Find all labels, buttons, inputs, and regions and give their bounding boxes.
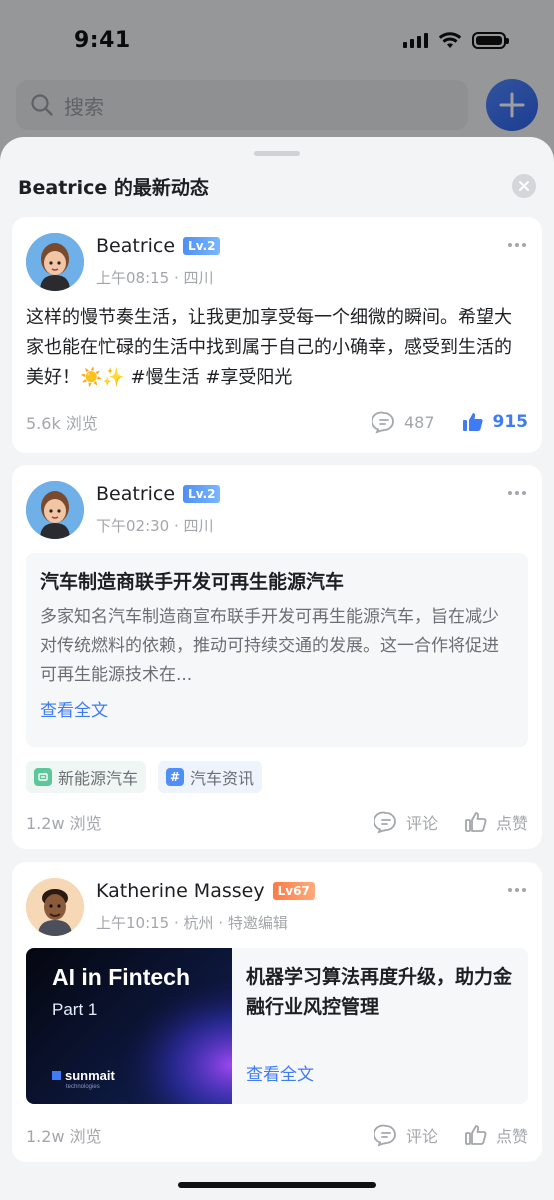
article-preview[interactable]: AI in Fintech Part 1 sunmait technologie… <box>26 948 528 1104</box>
status-bar: 9:41 <box>0 0 554 80</box>
article-title: 汽车制造商联手开发可再生能源汽车 <box>40 571 345 593</box>
article-thumbnail: AI in Fintech Part 1 sunmait technologie… <box>26 948 232 1104</box>
level-badge: Lv67 <box>272 882 315 900</box>
comment-label: 评论 <box>405 1127 438 1146</box>
like-label: 点赞 <box>495 814 528 833</box>
brand-name: sunmait <box>65 1068 115 1083</box>
post-text: 这样的慢节奏生活，让我更加享受每一个细微的瞬间。希望大家也能在忙碌的生活中找到属… <box>26 307 512 388</box>
avatar-illustration <box>26 233 84 291</box>
hashtag-icon: # <box>166 768 185 786</box>
level-badge: Lv.2 <box>183 237 221 255</box>
status-icons <box>403 31 509 49</box>
cellular-signal-icon <box>403 32 428 48</box>
post-meta: 上午10:15 · 杭州 · 特邀编辑 <box>96 914 288 932</box>
thumbnail-brand: sunmait <box>52 1068 115 1083</box>
comment-label: 评论 <box>405 814 438 833</box>
more-options-button[interactable] <box>508 888 526 892</box>
comment-button[interactable]: 487 <box>371 410 435 434</box>
view-count: 5.6k 浏览 <box>26 414 98 433</box>
author-name[interactable]: Beatrice <box>96 235 175 257</box>
read-more-link[interactable]: 查看全文 <box>40 696 514 721</box>
comment-button[interactable]: 评论 <box>373 1123 438 1147</box>
author-line: Katherine Massey Lv67 <box>96 880 315 902</box>
comment-button[interactable]: 评论 <box>373 810 438 834</box>
thumbs-up-icon <box>465 1125 487 1145</box>
avatar[interactable] <box>26 481 84 539</box>
like-button[interactable]: 点赞 <box>464 1123 528 1147</box>
activity-sheet: Beatrice 的最新动态 Beatrice Lv.2 上午08:15 · 四… <box>0 137 554 1200</box>
tag-auto-news[interactable]: # 汽车资讯 <box>158 761 263 793</box>
post-actions: 评论 点赞 <box>373 1123 528 1147</box>
comment-icon <box>371 411 394 434</box>
avatar-illustration <box>26 481 84 539</box>
sheet-grabber[interactable] <box>254 151 300 156</box>
thumbs-up-icon <box>465 812 487 832</box>
post-footer: 1.2w 浏览 评论 点赞 <box>26 1122 528 1148</box>
post-meta: 下午02:30 · 四川 <box>96 517 214 535</box>
article-summary: 多家知名汽车制造商宣布联手开发可再生能源汽车，旨在减少对传统燃料的依赖，推动可持… <box>40 607 499 685</box>
view-count: 1.2w 浏览 <box>26 814 102 833</box>
avatar[interactable] <box>26 878 84 936</box>
brand-logo-icon <box>52 1071 61 1080</box>
post-actions: 评论 点赞 <box>373 810 528 834</box>
comment-icon <box>373 811 396 834</box>
like-label: 点赞 <box>495 1127 528 1146</box>
comment-count: 487 <box>403 412 435 432</box>
avatar-illustration <box>26 878 84 936</box>
search-placeholder: 搜索 <box>64 94 104 119</box>
like-button[interactable]: 915 <box>461 410 529 434</box>
more-options-button[interactable] <box>508 491 526 495</box>
close-icon <box>519 181 529 191</box>
more-options-button[interactable] <box>508 243 526 247</box>
author-line: Beatrice Lv.2 <box>96 483 221 505</box>
post-card[interactable]: Beatrice Lv.2 上午08:15 · 四川 这样的慢节奏生活，让我更加… <box>12 217 542 453</box>
post-card[interactable]: Beatrice Lv.2 下午02:30 · 四川 汽车制造商联手开发可再生能… <box>12 465 542 849</box>
wifi-icon <box>438 32 462 48</box>
like-count: 915 <box>492 412 529 432</box>
author-name[interactable]: Katherine Massey <box>96 880 265 902</box>
article-preview[interactable]: 汽车制造商联手开发可再生能源汽车 多家知名汽车制造商宣布联手开发可再生能源汽车，… <box>26 553 528 747</box>
article-text: 机器学习算法再度升级，助力金融行业风控管理 <box>246 962 514 1022</box>
tag-list: 新能源汽车 # 汽车资讯 <box>26 761 263 793</box>
brand-tagline: technologies <box>66 1084 100 1090</box>
status-time: 9:41 <box>74 27 131 53</box>
sheet-title: Beatrice 的最新动态 <box>18 176 209 199</box>
thumbs-up-filled-icon <box>462 413 483 431</box>
post-header: Beatrice Lv.2 下午02:30 · 四川 <box>26 479 528 539</box>
author-name[interactable]: Beatrice <box>96 483 175 505</box>
avatar[interactable] <box>26 233 84 291</box>
post-card[interactable]: Katherine Massey Lv67 上午10:15 · 杭州 · 特邀编… <box>12 862 542 1162</box>
search-icon <box>31 94 53 116</box>
post-header: Katherine Massey Lv67 上午10:15 · 杭州 · 特邀编… <box>26 876 528 936</box>
article-title: 机器学习算法再度升级，助力金融行业风控管理 <box>246 966 513 1018</box>
add-button[interactable] <box>486 79 538 131</box>
post-actions: 487 915 <box>371 410 529 434</box>
search-row: 搜索 <box>16 79 538 131</box>
thumbnail-title: AI in Fintech <box>52 964 190 990</box>
post-header: Beatrice Lv.2 上午08:15 · 四川 <box>26 231 528 291</box>
tag-new-energy-vehicles[interactable]: 新能源汽车 <box>26 761 147 793</box>
home-indicator[interactable] <box>178 1182 376 1188</box>
view-count: 1.2w 浏览 <box>26 1127 102 1146</box>
like-button[interactable]: 点赞 <box>464 810 528 834</box>
comment-icon <box>373 1124 396 1147</box>
thumbnail-subtitle: Part 1 <box>52 1000 98 1019</box>
close-button[interactable] <box>512 174 536 198</box>
tag-label: 汽车资讯 <box>190 769 255 788</box>
tag-label: 新能源汽车 <box>58 769 139 788</box>
post-footer: 1.2w 浏览 评论 点赞 <box>26 809 528 835</box>
post-meta: 上午08:15 · 四川 <box>96 269 214 287</box>
post-footer: 5.6k 浏览 487 915 <box>26 409 528 435</box>
read-more-link[interactable]: 查看全文 <box>246 1060 314 1085</box>
topic-icon <box>34 768 52 786</box>
level-badge: Lv.2 <box>183 485 221 503</box>
sheet-header: Beatrice 的最新动态 <box>18 171 536 201</box>
plus-icon <box>499 92 525 118</box>
author-line: Beatrice Lv.2 <box>96 235 221 257</box>
search-input[interactable]: 搜索 <box>16 80 468 130</box>
battery-icon <box>472 31 509 49</box>
